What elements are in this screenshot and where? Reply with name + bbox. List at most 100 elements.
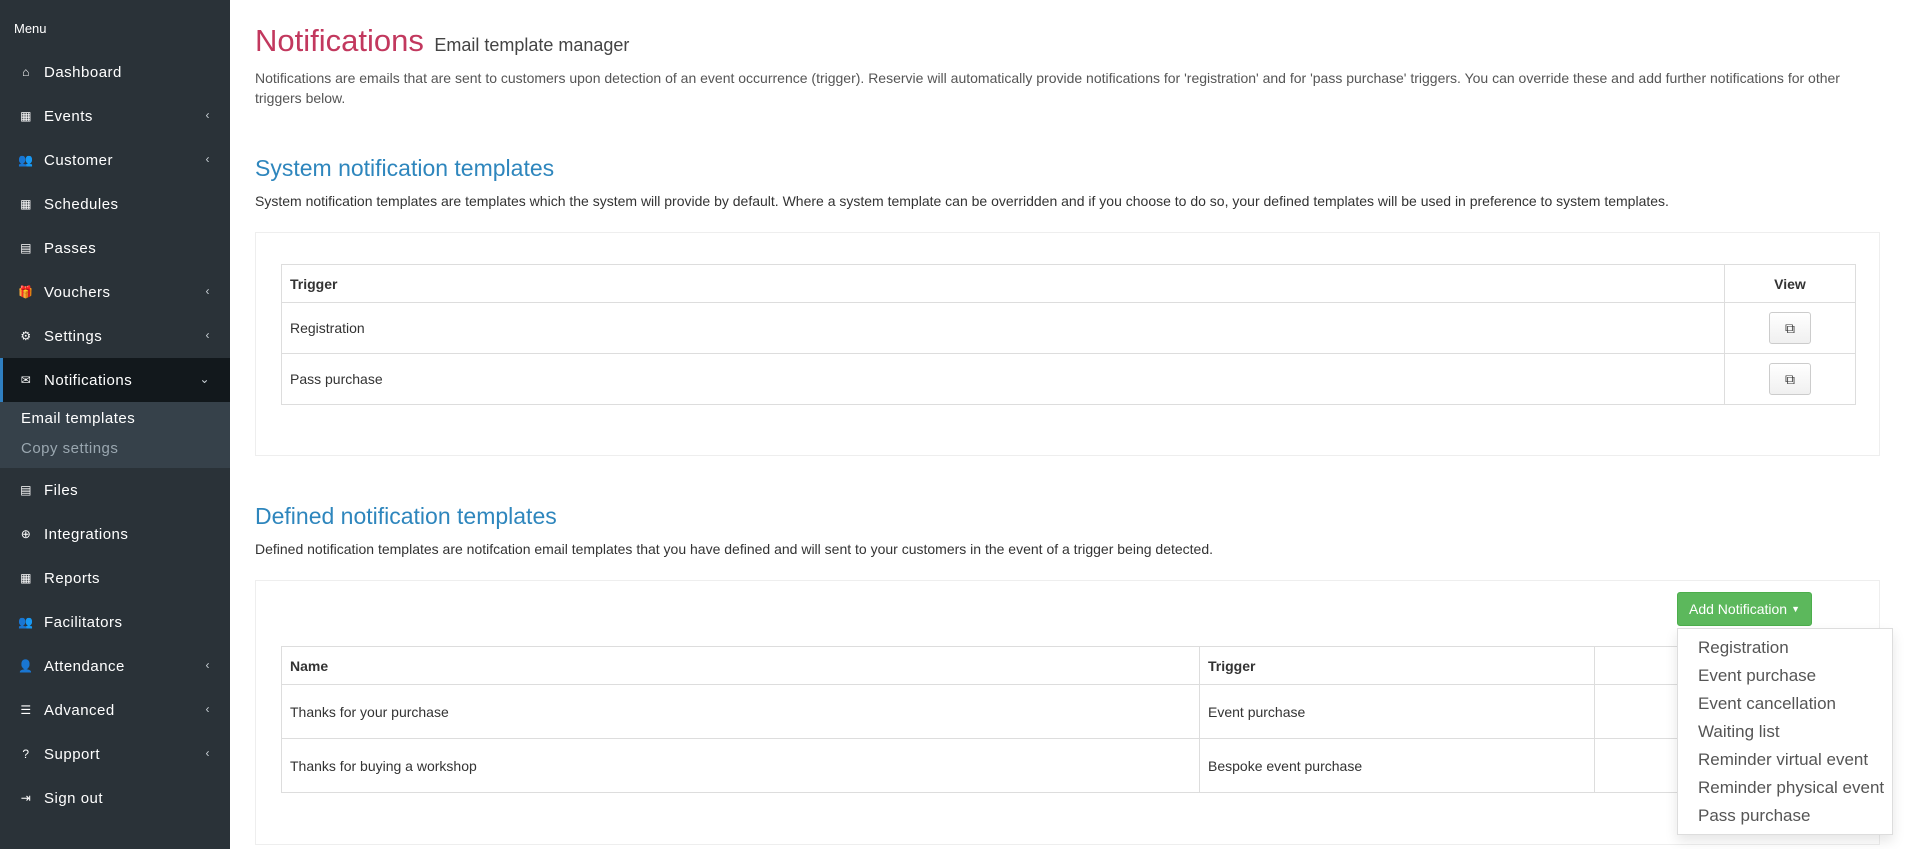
dropdown-option-reminder-physical-event[interactable]: Reminder physical event	[1678, 774, 1892, 802]
system-section-description: System notification templates are templa…	[255, 193, 1669, 209]
sidebar-item-label: Settings	[44, 327, 103, 345]
sidebar-item-label: Events	[44, 107, 93, 125]
trigger-cell: Registration	[281, 302, 1725, 354]
sidebar-item-integrations[interactable]: ⊕ Integrations	[0, 512, 230, 556]
sidebar-item-facilitators[interactable]: 👥 Facilitators	[0, 600, 230, 644]
sidebar-item-label: Dashboard	[44, 63, 122, 81]
chevron-down-icon: ⌄	[199, 372, 210, 386]
page-header: Notifications Email template manager	[255, 23, 629, 59]
chevron-left-icon: ‹	[205, 328, 210, 342]
sidebar-item-customer[interactable]: 👥 Customer ‹	[0, 138, 230, 182]
page-intro: Notifications are emails that are sent t…	[255, 70, 1840, 106]
view-button[interactable]: ⧉	[1769, 363, 1811, 395]
view-button[interactable]: ⧉	[1769, 312, 1811, 344]
system-templates-panel: Trigger View Registration ⧉ Pass purchas…	[255, 232, 1880, 456]
sidebar-item-advanced[interactable]: ☰ Advanced ‹	[0, 688, 230, 732]
chevron-left-icon: ‹	[205, 702, 210, 716]
chevron-left-icon: ‹	[205, 152, 210, 166]
add-notification-button[interactable]: Add Notification ▼	[1677, 592, 1812, 626]
window-restore-icon: ⧉	[1785, 319, 1795, 336]
sidebar-item-label: Integrations	[44, 525, 129, 543]
main-content: Notifications Email template manager Not…	[230, 0, 1905, 849]
sidebar-item-label: Advanced	[44, 701, 115, 719]
notifications-submenu: Email templates Copy settings	[0, 402, 230, 468]
column-header-view: View	[1724, 264, 1856, 303]
chevron-left-icon: ‹	[205, 284, 210, 298]
calendar-icon: ▦	[20, 109, 32, 123]
user-check-icon: 👤	[18, 659, 34, 673]
system-section-title: System notification templates	[255, 155, 555, 181]
sidebar: Menu ⌂ Dashboard ▦ Events ‹ 👥 Customer ‹…	[0, 0, 230, 849]
table-row: Thanks for buying a workshop Bespoke eve…	[281, 738, 1856, 793]
sidebar-item-schedules[interactable]: ▦ Schedules	[0, 182, 230, 226]
column-header-name: Name	[281, 646, 1200, 685]
sidebar-item-label: Reports	[44, 569, 101, 587]
trigger-cell: Event purchase	[1199, 684, 1595, 739]
add-notification-dropdown: Registration Event purchase Event cancel…	[1677, 628, 1893, 835]
dropdown-option-event-cancellation[interactable]: Event cancellation	[1678, 690, 1892, 718]
dropdown-option-waiting-list[interactable]: Waiting list	[1678, 718, 1892, 746]
sidebar-item-support[interactable]: ? Support ‹	[0, 732, 230, 776]
dropdown-option-registration[interactable]: Registration	[1678, 634, 1892, 662]
name-cell: Thanks for buying a workshop	[281, 738, 1200, 793]
page-subtitle: Email template manager	[434, 35, 630, 55]
sign-out-icon: ⇥	[20, 791, 32, 805]
column-header-trigger: Trigger	[1199, 646, 1595, 685]
sidebar-subitem-email-templates[interactable]: Email templates	[0, 404, 230, 434]
sidebar-item-label: Customer	[44, 151, 114, 169]
sidebar-item-reports[interactable]: ▦ Reports	[0, 556, 230, 600]
sidebar-item-attendance[interactable]: 👤 Attendance ‹	[0, 644, 230, 688]
dropdown-option-pass-purchase[interactable]: Pass purchase	[1678, 802, 1892, 830]
plus-circle-icon: ⊕	[20, 527, 32, 541]
calendar-icon: ▦	[20, 197, 32, 211]
list-icon: ☰	[20, 703, 32, 717]
file-icon: ▤	[20, 483, 32, 497]
menu-label: Menu	[14, 21, 47, 36]
gift-icon: 🎁	[18, 285, 34, 299]
home-icon: ⌂	[22, 65, 30, 79]
sidebar-item-label: Schedules	[44, 195, 119, 213]
defined-section-description: Defined notification templates are notif…	[255, 541, 1214, 557]
sidebar-item-notifications[interactable]: ✉ Notifications ⌄	[0, 358, 230, 402]
sidebar-item-label: Attendance	[44, 657, 125, 675]
defined-templates-panel: Name Trigger Edit Thanks for your purcha…	[255, 580, 1880, 845]
add-notification-label: Add Notification	[1689, 601, 1788, 617]
dropdown-option-event-purchase[interactable]: Event purchase	[1678, 662, 1892, 690]
sidebar-subitem-copy-settings[interactable]: Copy settings	[0, 434, 230, 464]
envelope-icon: ✉	[20, 373, 32, 387]
sidebar-item-label: Sign out	[44, 789, 104, 807]
chevron-left-icon: ‹	[205, 658, 210, 672]
trigger-cell: Pass purchase	[281, 353, 1725, 405]
sidebar-item-label: Vouchers	[44, 283, 111, 301]
chevron-left-icon: ‹	[205, 746, 210, 760]
system-templates-table: Trigger View Registration ⧉ Pass purchas…	[281, 264, 1856, 405]
cogs-icon: ⚙	[20, 329, 32, 343]
table-row: Registration ⧉	[281, 302, 1856, 354]
sidebar-item-events[interactable]: ▦ Events ‹	[0, 94, 230, 138]
name-cell: Thanks for your purchase	[281, 684, 1200, 739]
question-circle-icon: ?	[22, 747, 30, 761]
dropdown-option-reminder-virtual-event[interactable]: Reminder virtual event	[1678, 746, 1892, 774]
sidebar-item-label: Notifications	[44, 371, 133, 389]
window-restore-icon: ⧉	[1785, 370, 1795, 387]
defined-templates-table: Name Trigger Edit Thanks for your purcha…	[281, 646, 1856, 793]
defined-section-title: Defined notification templates	[255, 503, 557, 529]
chevron-left-icon: ‹	[205, 108, 210, 122]
table-row: Pass purchase ⧉	[281, 353, 1856, 405]
users-icon: 👥	[18, 153, 34, 167]
sidebar-item-label: Support	[44, 745, 101, 763]
column-header-trigger: Trigger	[281, 264, 1725, 303]
table-icon: ▦	[20, 571, 32, 585]
sidebar-item-vouchers[interactable]: 🎁 Vouchers ‹	[0, 270, 230, 314]
table-row: Thanks for your purchase Event purchase …	[281, 684, 1856, 739]
sidebar-item-label: Facilitators	[44, 613, 123, 631]
sidebar-item-files[interactable]: ▤ Files	[0, 468, 230, 512]
sidebar-item-sign-out[interactable]: ⇥ Sign out	[0, 776, 230, 820]
sidebar-item-label: Passes	[44, 239, 97, 257]
sidebar-item-label: Files	[44, 481, 79, 499]
sidebar-item-settings[interactable]: ⚙ Settings ‹	[0, 314, 230, 358]
trigger-cell: Bespoke event purchase	[1199, 738, 1595, 793]
sidebar-item-passes[interactable]: ▤ Passes	[0, 226, 230, 270]
file-icon: ▤	[20, 241, 32, 255]
sidebar-item-dashboard[interactable]: ⌂ Dashboard	[0, 50, 230, 94]
